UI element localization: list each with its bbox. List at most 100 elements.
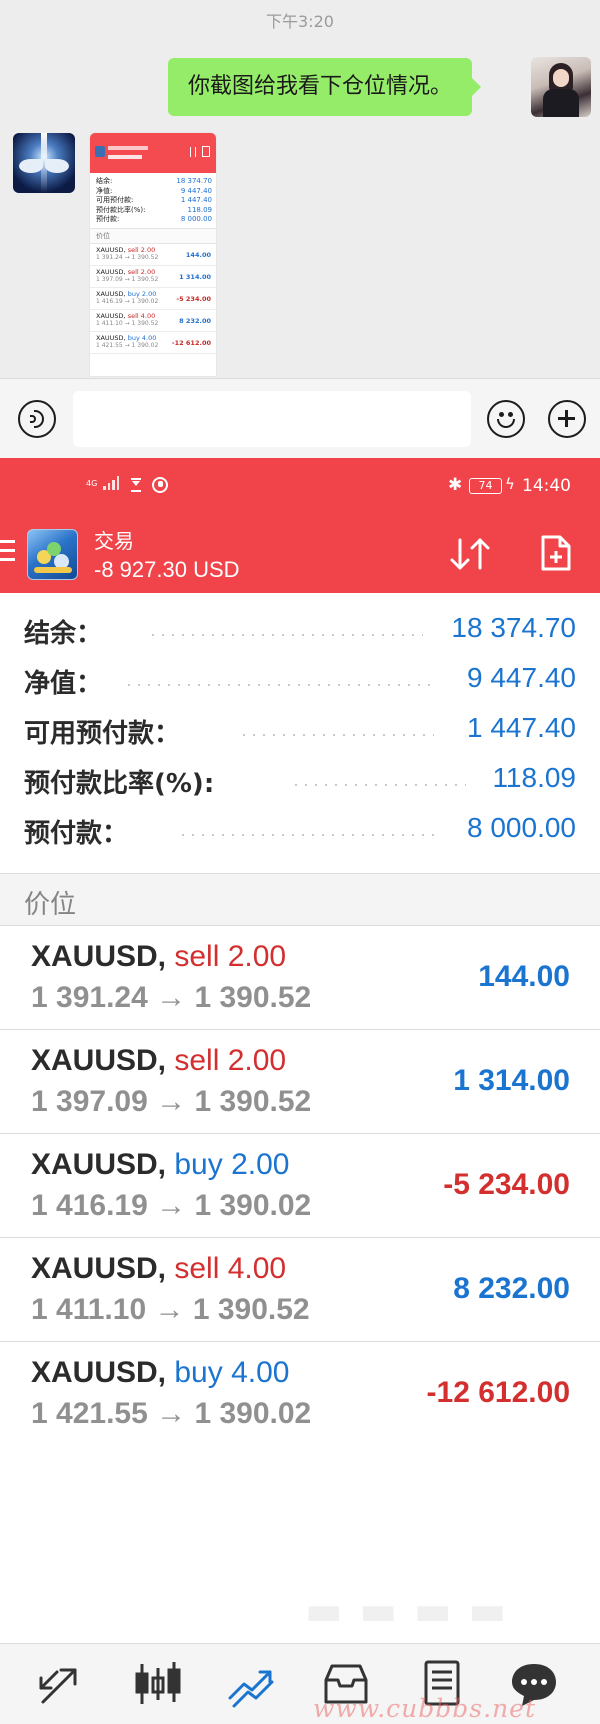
voice-icon[interactable] xyxy=(18,400,56,438)
message-input[interactable] xyxy=(73,391,471,447)
chat-conversation: 下午3:20 你截图给我看下仓位情况。 结余: 18 374.70 净值: 9 44… xyxy=(0,0,600,378)
page-title: 交易 xyxy=(94,529,134,553)
position-symbol: XAUUSD, xyxy=(31,1356,167,1389)
position-profit: -12 612.00 xyxy=(426,1376,570,1409)
battery-icon: 74 xyxy=(469,478,502,494)
network-type: 4G xyxy=(86,479,98,488)
position-lots: 4.00 xyxy=(231,1356,290,1389)
position-row[interactable]: XAUUSD, sell 2.00 1 397.09 → 1 390.52 1 … xyxy=(0,1030,600,1134)
open-price: 1 397.09 xyxy=(31,1085,148,1118)
thumbnail-position: XAUUSD, sell 4.00 1 411.10 → 1 390.52 8 … xyxy=(90,310,216,332)
thumbnail-position: XAUUSD, sell 2.00 1 391.24 → 1 390.52 14… xyxy=(90,244,216,266)
arrow-right-icon: → xyxy=(154,1293,185,1326)
position-symbol: XAUUSD, xyxy=(31,1044,167,1077)
summary-row-balance: 结余： 18 374.70 xyxy=(0,603,600,651)
open-price: 1 416.19 xyxy=(31,1189,148,1222)
open-price: 1 421.55 xyxy=(31,1397,148,1430)
arrow-right-icon: → xyxy=(156,1085,187,1118)
screenshot-thumbnail[interactable]: 结余: 18 374.70 净值: 9 447.40 可用预付款: 1 447.40 … xyxy=(90,133,216,376)
position-profit: 144.00 xyxy=(478,960,570,993)
account-summary: 结余： 18 374.70 净值： 9 447.40 可用预付款： 1 447.… xyxy=(0,593,600,874)
chart-icon[interactable] xyxy=(132,1658,184,1710)
position-side: sell xyxy=(174,1044,220,1077)
summary-value: 1 447.40 xyxy=(467,712,576,743)
thumbnail-position: XAUUSD, sell 2.00 1 397.09 → 1 390.52 1 … xyxy=(90,266,216,288)
my-avatar[interactable] xyxy=(531,57,591,117)
summary-label: 结余： xyxy=(24,619,103,649)
dotted-leader xyxy=(291,784,466,786)
charging-icon: ϟ xyxy=(505,475,515,493)
bluetooth-icon: ✱ xyxy=(448,475,463,495)
summary-row-margin-level: 预付款比率(%): 118.09 xyxy=(0,753,600,801)
position-lots: 2.00 xyxy=(227,1044,287,1077)
thumbnail-summary: 结余: 18 374.70 净值: 9 447.40 可用预付款: 1 447.40 … xyxy=(90,173,216,225)
contact-avatar[interactable] xyxy=(13,133,75,193)
trade-icon[interactable] xyxy=(226,1658,278,1710)
position-symbol: XAUUSD, xyxy=(31,1148,167,1181)
watermark-text: www.cubbbs.net xyxy=(313,1694,537,1723)
position-profit: 8 232.00 xyxy=(453,1272,570,1305)
position-side: sell xyxy=(174,1252,220,1285)
position-lots: 4.00 xyxy=(227,1252,287,1285)
chat-timestamp: 下午3:20 xyxy=(266,12,334,31)
status-time: 14:40 xyxy=(522,476,571,496)
position-row[interactable]: XAUUSD, buy 4.00 1 421.55 → 1 390.02 -12… xyxy=(0,1342,600,1446)
thumbnail-summary-row: 结余: 18 374.70 xyxy=(96,177,212,185)
emoji-icon[interactable] xyxy=(487,400,525,438)
summary-label: 预付款： xyxy=(24,819,129,849)
position-profit: 1 314.00 xyxy=(453,1064,570,1097)
position-symbol: XAUUSD, xyxy=(31,940,167,973)
thumbnail-summary-row: 预付款: 8 000.00 xyxy=(96,215,212,224)
position-lots: 2.00 xyxy=(227,940,287,973)
current-price: 1 390.02 xyxy=(194,1189,312,1222)
position-lots: 2.00 xyxy=(231,1148,290,1181)
dotted-leader xyxy=(239,734,434,736)
globe-icon xyxy=(152,477,168,493)
summary-label: 预付款比率(%): xyxy=(24,769,215,799)
new-order-icon[interactable] xyxy=(540,534,572,572)
summary-row-free-margin: 可用预付款： 1 447.40 xyxy=(0,703,600,751)
section-title: 价位 xyxy=(24,890,77,920)
thumbnail-header xyxy=(90,133,216,173)
position-profit: -5 234.00 xyxy=(443,1168,570,1201)
quotes-icon[interactable] xyxy=(35,1658,87,1710)
position-row[interactable]: XAUUSD, sell 2.00 1 391.24 → 1 390.52 14… xyxy=(0,926,600,1030)
summary-value: 9 447.40 xyxy=(467,662,576,693)
arrow-right-icon: → xyxy=(156,1189,187,1222)
positions-section-header: 价位 xyxy=(0,874,600,926)
thumbnail-summary-row: 可用预付款: 1 447.40 xyxy=(96,196,212,205)
summary-row-equity: 净值： 9 447.40 xyxy=(0,653,600,701)
chat-input-bar xyxy=(0,378,600,458)
open-price: 1 411.10 xyxy=(31,1293,147,1326)
position-row[interactable]: XAUUSD, sell 4.00 1 411.10 → 1 390.52 8 … xyxy=(0,1238,600,1342)
position-side: buy xyxy=(174,1148,223,1181)
current-price: 1 390.52 xyxy=(192,1293,310,1326)
position-side: buy xyxy=(174,1356,223,1389)
arrow-right-icon: → xyxy=(156,1397,187,1430)
forum-watermark-mark: ▬ ▬ ▬ ▬ xyxy=(305,1588,509,1634)
sent-message-bubble[interactable]: 你截图给我看下仓位情况。 xyxy=(168,58,482,116)
current-price: 1 390.52 xyxy=(194,1085,312,1118)
thumbnail-section-title: 价位 xyxy=(90,227,216,244)
open-price: 1 391.24 xyxy=(31,981,148,1014)
status-bar: 4G ✱ 74 ϟ 14:40 xyxy=(0,458,600,515)
menu-icon[interactable] xyxy=(0,540,15,564)
metatrader-logo xyxy=(27,529,78,580)
dotted-leader xyxy=(178,834,434,836)
arrow-right-icon: → xyxy=(156,981,187,1014)
balance-change: -8 927.30 USD xyxy=(94,557,240,582)
plus-icon[interactable] xyxy=(548,400,586,438)
position-row[interactable]: XAUUSD, buy 2.00 1 416.19 → 1 390.02 -5 … xyxy=(0,1134,600,1238)
summary-label: 可用预付款： xyxy=(24,719,181,749)
thumbnail-position: XAUUSD, buy 2.00 1 416.19 → 1 390.02 -5 … xyxy=(90,288,216,310)
position-side: sell xyxy=(174,940,220,973)
dotted-leader xyxy=(148,634,423,636)
dotted-leader xyxy=(124,684,434,686)
app-bar: 交易 -8 927.30 USD xyxy=(0,515,600,593)
hourglass-icon xyxy=(131,478,141,492)
thumbnail-summary-row: 净值: 9 447.40 xyxy=(96,186,212,195)
position-symbol: XAUUSD, xyxy=(31,1252,167,1285)
sort-icon[interactable] xyxy=(448,536,492,572)
summary-value: 18 374.70 xyxy=(451,612,576,643)
current-price: 1 390.52 xyxy=(194,981,312,1014)
